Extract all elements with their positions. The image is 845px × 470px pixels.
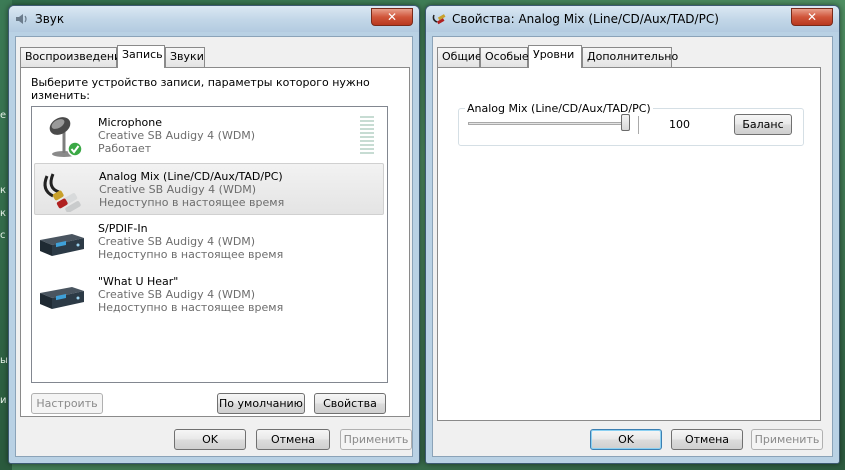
device-driver: Creative SB Audigy 4 (WDM) [98,129,256,142]
apply-button[interactable]: Применить [751,429,823,450]
sound-card-icon [40,287,84,309]
tab-recording[interactable]: Запись [117,45,165,68]
tab-general[interactable]: Общие [437,47,482,67]
device-item-spdif-in[interactable]: S/PDIF-In Creative SB Audigy 4 (WDM) Нед… [34,216,384,268]
sound-titlebar[interactable]: Звук ✕ [9,6,419,32]
desktop-fragment: с [0,230,6,241]
device-name: "What U Hear" [98,275,179,288]
level-meter [360,116,374,154]
sound-window: Звук ✕ Воспроизведение Запись Звуки Выбе… [8,5,420,464]
device-status: Работает [98,142,152,155]
microphone-icon [49,117,83,157]
ok-button[interactable]: OK [590,429,662,450]
set-default-button[interactable]: По умолчанию [217,393,305,414]
rca-cable-icon [432,14,446,25]
properties-client-area: Общие Особые Уровни Дополнительно Analog… [432,36,833,457]
tab-advanced[interactable]: Дополнительно [582,47,678,67]
device-list[interactable]: Microphone Creative SB Audigy 4 (WDM) Ра… [31,106,388,383]
volume-slider[interactable] [468,122,630,125]
device-status: Недоступно в настоящее время [98,301,284,314]
speaker-icon [16,14,27,24]
close-button[interactable]: ✕ [791,8,833,26]
device-item-what-u-hear[interactable]: "What U Hear" Creative SB Audigy 4 (WDM)… [34,269,384,321]
tab-custom[interactable]: Особые [480,47,529,67]
ok-button[interactable]: OK [174,429,246,450]
properties-titlebar[interactable]: Свойства: Analog Mix (Line/CD/Aux/TAD/PC… [426,6,839,32]
device-name: Microphone [98,116,163,129]
tab-sounds[interactable]: Звуки [165,47,205,67]
device-item-microphone[interactable]: Microphone Creative SB Audigy 4 (WDM) Ра… [34,110,384,162]
device-status: Недоступно в настоящее время [99,196,285,209]
sound-card-icon [40,234,84,256]
desktop-fragment: к [0,208,7,219]
level-controls: 100 Баланс [458,102,804,146]
device-name: Analog Mix (Line/CD/Aux/TAD/PC) [99,170,283,183]
window-title: Свойства: Analog Mix (Line/CD/Aux/TAD/PC… [452,12,719,26]
device-status: Недоступно в настоящее время [98,248,284,261]
recording-panel: Выберите устройство записи, параметры ко… [20,67,410,417]
volume-value[interactable]: 100 [638,116,692,134]
properties-button[interactable]: Свойства [314,393,386,414]
desktop-fragment: е [0,110,7,121]
window-title: Звук [35,12,65,26]
desktop-fragment: ы [0,355,8,366]
close-button[interactable]: ✕ [371,8,413,26]
cancel-button[interactable]: Отмена [256,429,330,450]
sound-client-area: Воспроизведение Запись Звуки Выберите ус… [15,36,413,457]
tab-playback[interactable]: Воспроизведение [20,47,128,67]
balance-button[interactable]: Баланс [734,114,792,135]
desktop-fragment: и [0,395,7,406]
apply-button[interactable]: Применить [340,429,412,450]
instruction-text: Выберите устройство записи, параметры ко… [31,76,370,102]
configure-button[interactable]: Настроить [31,393,103,414]
properties-window: Свойства: Analog Mix (Line/CD/Aux/TAD/PC… [425,5,840,464]
cancel-button[interactable]: Отмена [671,429,743,450]
device-driver: Creative SB Audigy 4 (WDM) [98,235,256,248]
device-driver: Creative SB Audigy 4 (WDM) [98,288,256,301]
volume-slider-thumb[interactable] [621,114,630,131]
tab-levels[interactable]: Уровни [528,45,582,68]
rca-cable-icon [43,173,81,212]
device-item-analog-mix[interactable]: Analog Mix (Line/CD/Aux/TAD/PC) Creative… [34,163,384,215]
device-driver: Creative SB Audigy 4 (WDM) [99,183,257,196]
levels-panel: Analog Mix (Line/CD/Aux/TAD/PC) 100 Бала… [437,67,821,421]
desktop-fragment: к [0,185,7,196]
device-name: S/PDIF-In [98,222,148,235]
